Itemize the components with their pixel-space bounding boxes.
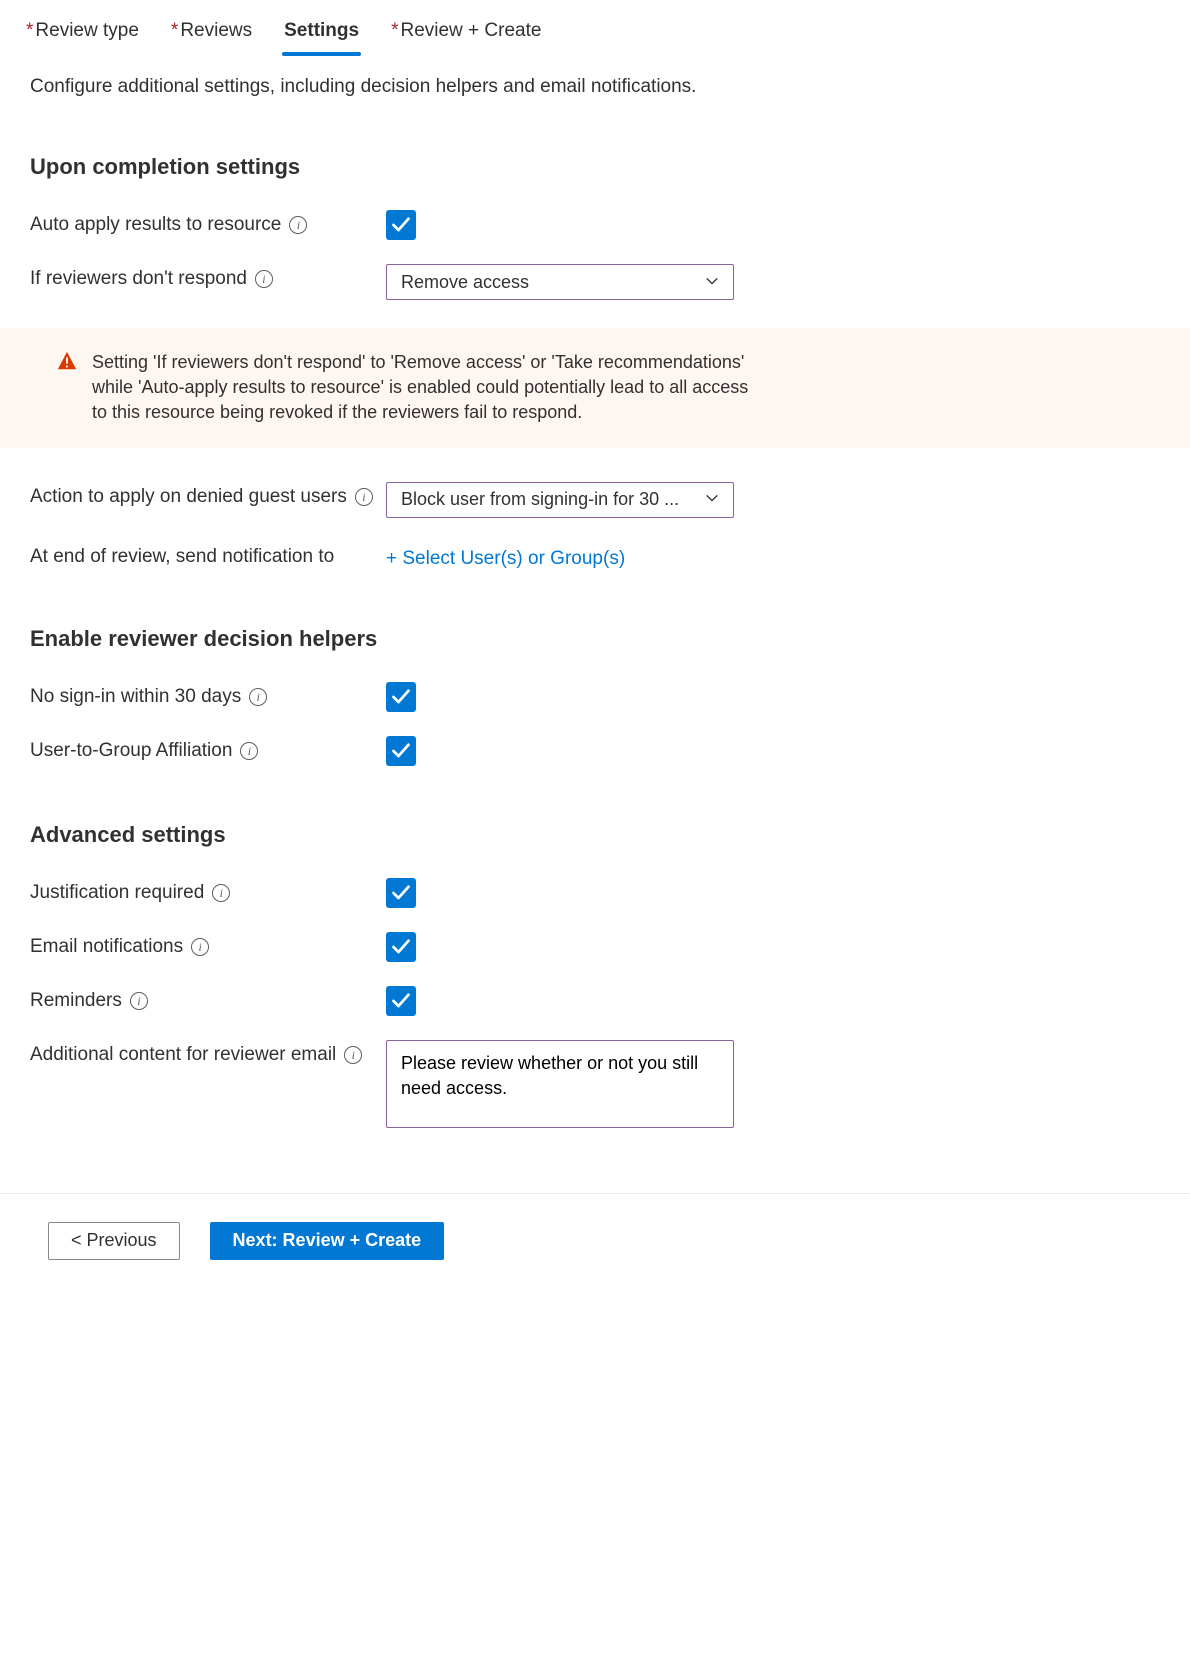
user-group-checkbox[interactable]	[386, 736, 416, 766]
info-icon[interactable]: i	[191, 938, 209, 956]
chevron-down-icon	[705, 489, 719, 510]
checkmark-icon	[391, 687, 411, 707]
auto-apply-checkbox[interactable]	[386, 210, 416, 240]
next-button[interactable]: Next: Review + Create	[210, 1222, 445, 1260]
helpers-section: Enable reviewer decision helpers No sign…	[0, 626, 1190, 766]
previous-button[interactable]: < Previous	[48, 1222, 180, 1260]
select-value: Block user from signing-in for 30 ...	[401, 489, 679, 510]
checkmark-icon	[391, 991, 411, 1011]
info-icon[interactable]: i	[130, 992, 148, 1010]
no-signin-checkbox[interactable]	[386, 682, 416, 712]
justification-checkbox[interactable]	[386, 878, 416, 908]
checkmark-icon	[391, 741, 411, 761]
tab-label: Review + Create	[400, 20, 541, 41]
additional-content-textarea[interactable]	[386, 1040, 734, 1128]
chevron-down-icon	[705, 272, 719, 293]
warning-banner: Setting 'If reviewers don't respond' to …	[0, 328, 1190, 448]
info-icon[interactable]: i	[344, 1046, 362, 1064]
tab-review-type[interactable]: *Review type	[24, 10, 141, 54]
info-icon[interactable]: i	[355, 488, 373, 506]
info-icon[interactable]: i	[289, 216, 307, 234]
warning-icon	[56, 350, 78, 377]
required-mark: *	[391, 20, 398, 41]
advanced-title: Advanced settings	[30, 822, 1160, 848]
email-notifications-label: Email notifications	[30, 936, 183, 958]
tab-settings[interactable]: Settings	[282, 10, 361, 54]
warning-text: Setting 'If reviewers don't respond' to …	[92, 350, 752, 426]
completion-section-2: Action to apply on denied guest users i …	[0, 482, 1190, 570]
checkmark-icon	[391, 937, 411, 957]
completion-section: Upon completion settings Auto apply resu…	[0, 154, 1190, 300]
tab-review-create[interactable]: *Review + Create	[389, 10, 543, 54]
denied-guest-label: Action to apply on denied guest users	[30, 486, 347, 508]
checkmark-icon	[391, 215, 411, 235]
denied-guest-select[interactable]: Block user from signing-in for 30 ...	[386, 482, 734, 518]
auto-apply-label: Auto apply results to resource	[30, 214, 281, 236]
advanced-section: Advanced settings Justification required…	[0, 822, 1190, 1133]
footer: < Previous Next: Review + Create	[0, 1193, 1190, 1288]
no-response-label: If reviewers don't respond	[30, 268, 247, 290]
page-description: Configure additional settings, including…	[0, 54, 1190, 98]
reminders-checkbox[interactable]	[386, 986, 416, 1016]
user-group-label: User-to-Group Affiliation	[30, 740, 232, 762]
reminders-label: Reminders	[30, 990, 122, 1012]
helpers-title: Enable reviewer decision helpers	[30, 626, 1160, 652]
email-notifications-checkbox[interactable]	[386, 932, 416, 962]
no-signin-label: No sign-in within 30 days	[30, 686, 241, 708]
completion-title: Upon completion settings	[30, 154, 1160, 180]
info-icon[interactable]: i	[212, 884, 230, 902]
select-users-link[interactable]: + Select User(s) or Group(s)	[386, 542, 625, 570]
select-value: Remove access	[401, 272, 529, 293]
tab-label: Settings	[284, 20, 359, 41]
tab-label: Reviews	[180, 20, 252, 41]
tab-reviews[interactable]: *Reviews	[169, 10, 254, 54]
required-mark: *	[171, 20, 178, 41]
info-icon[interactable]: i	[249, 688, 267, 706]
tab-label: Review type	[35, 20, 139, 41]
checkmark-icon	[391, 883, 411, 903]
end-notify-label: At end of review, send notification to	[30, 546, 334, 568]
info-icon[interactable]: i	[255, 270, 273, 288]
additional-content-label: Additional content for reviewer email	[30, 1044, 336, 1066]
tab-bar: *Review type *Reviews Settings *Review +…	[0, 0, 1190, 54]
no-response-select[interactable]: Remove access	[386, 264, 734, 300]
justification-label: Justification required	[30, 882, 204, 904]
required-mark: *	[26, 20, 33, 41]
info-icon[interactable]: i	[240, 742, 258, 760]
